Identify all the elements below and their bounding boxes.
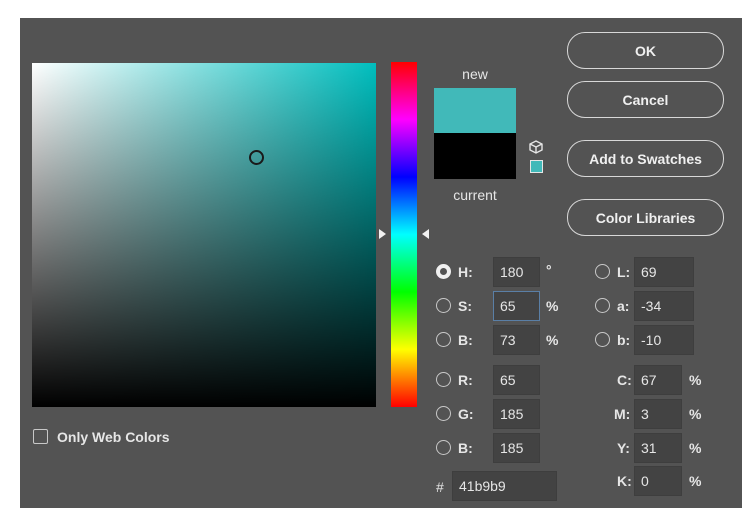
current-color-swatch[interactable] xyxy=(434,133,516,179)
ok-button[interactable]: OK xyxy=(567,32,724,69)
blue-label: B: xyxy=(458,440,473,456)
saturation-unit: % xyxy=(546,298,559,314)
hex-input[interactable]: 41b9b9 xyxy=(452,471,557,501)
cancel-button[interactable]: Cancel xyxy=(567,81,724,118)
magenta-input[interactable]: 3 xyxy=(634,399,682,429)
b-channel-input[interactable]: -10 xyxy=(634,325,694,355)
radio-hue[interactable] xyxy=(436,264,451,279)
cyan-label: C: xyxy=(617,372,632,388)
blue-input[interactable]: 185 xyxy=(493,433,540,463)
green-input[interactable]: 185 xyxy=(493,399,540,429)
radio-b-channel[interactable] xyxy=(595,332,610,347)
hue-unit: ° xyxy=(546,262,552,278)
new-color-label: new xyxy=(462,66,488,82)
red-input[interactable]: 65 xyxy=(493,365,540,395)
color-field[interactable] xyxy=(32,63,376,407)
brightness-unit: % xyxy=(546,332,559,348)
add-to-swatches-button[interactable]: Add to Swatches xyxy=(567,140,724,177)
magenta-label: M: xyxy=(614,406,631,422)
only-web-colors-label[interactable]: Only Web Colors xyxy=(57,429,170,445)
black-input[interactable]: 0 xyxy=(634,466,682,496)
black-unit: % xyxy=(689,473,702,489)
black-label: K: xyxy=(617,473,632,489)
magenta-unit: % xyxy=(689,406,702,422)
radio-green[interactable] xyxy=(436,406,451,421)
hue-slider-right-arrow-icon[interactable] xyxy=(422,229,429,239)
radio-a-channel[interactable] xyxy=(595,298,610,313)
red-label: R: xyxy=(458,372,473,388)
color-field-cursor[interactable] xyxy=(249,150,264,165)
color-libraries-button[interactable]: Color Libraries xyxy=(567,199,724,236)
yellow-input[interactable]: 31 xyxy=(634,433,682,463)
radio-lightness[interactable] xyxy=(595,264,610,279)
color-picker-dialog: new current OK Cancel Add to Swatches Co… xyxy=(20,18,742,508)
hue-label: H: xyxy=(458,264,473,280)
lightness-input[interactable]: 69 xyxy=(634,257,694,287)
a-channel-input[interactable]: -34 xyxy=(634,291,694,321)
cyan-input[interactable]: 67 xyxy=(634,365,682,395)
yellow-label: Y: xyxy=(617,440,630,456)
green-label: G: xyxy=(458,406,474,422)
radio-saturation[interactable] xyxy=(436,298,451,313)
hex-label: # xyxy=(436,479,444,495)
lightness-label: L: xyxy=(617,264,631,280)
websafe-swatch-icon[interactable] xyxy=(530,160,543,173)
cube-icon[interactable] xyxy=(529,140,543,154)
brightness-input[interactable]: 73 xyxy=(493,325,540,355)
b-channel-label: b: xyxy=(617,332,631,348)
new-color-swatch xyxy=(434,88,516,133)
hue-input[interactable]: 180 xyxy=(493,257,540,287)
saturation-label: S: xyxy=(458,298,472,314)
radio-red[interactable] xyxy=(436,372,451,387)
saturation-input[interactable]: 65 xyxy=(493,291,540,321)
cyan-unit: % xyxy=(689,372,702,388)
current-color-label: current xyxy=(453,187,497,203)
hue-slider-left-arrow-icon[interactable] xyxy=(379,229,386,239)
radio-brightness[interactable] xyxy=(436,332,451,347)
brightness-label: B: xyxy=(458,332,473,348)
hue-slider[interactable] xyxy=(391,62,417,407)
only-web-colors-checkbox[interactable] xyxy=(33,429,48,444)
radio-blue[interactable] xyxy=(436,440,451,455)
a-channel-label: a: xyxy=(617,298,630,314)
yellow-unit: % xyxy=(689,440,702,456)
